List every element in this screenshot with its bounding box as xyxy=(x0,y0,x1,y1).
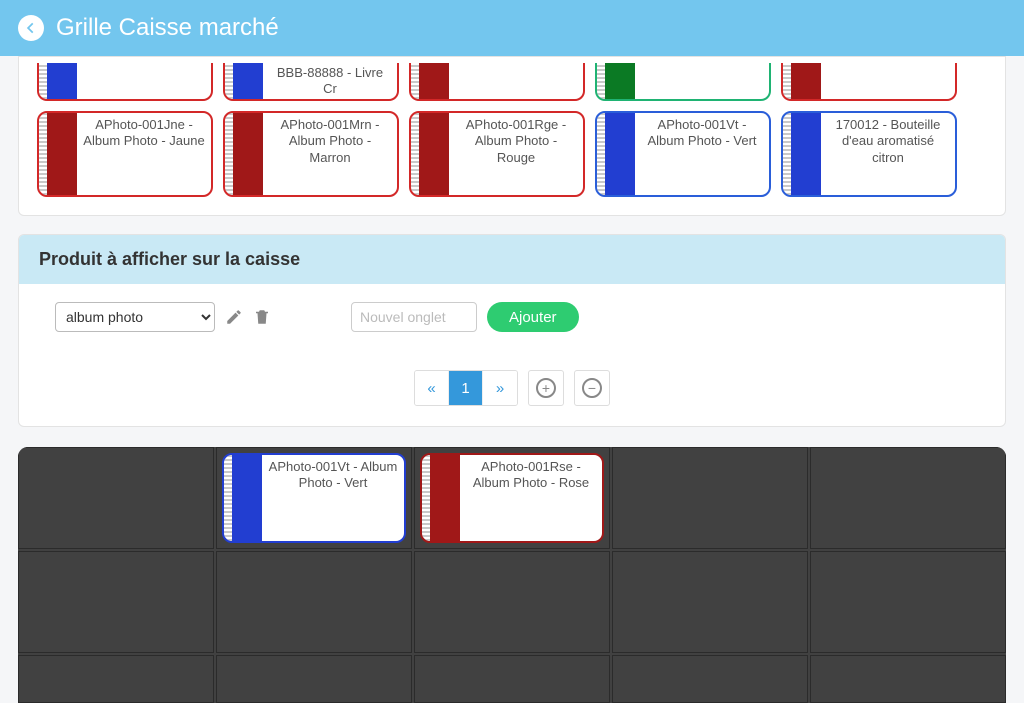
plus-icon: + xyxy=(536,378,556,398)
pagination-row: « 1 » + − xyxy=(55,370,969,406)
product-card[interactable]: APhoto-001Vt - Album Photo - Vert xyxy=(595,111,771,197)
product-card[interactable]: BBB-88888 - Livre Cr xyxy=(223,63,399,101)
product-label: APhoto-001Mrn - Album Photo - Marron xyxy=(263,113,397,195)
display-grid: APhoto-001Vt - Album Photo - Vert APhoto… xyxy=(18,447,1006,703)
product-label: 170012 - Bouteille d'eau aromatisé citro… xyxy=(821,113,955,195)
products-catalog-panel: BBB-88888 - Livre Cr APhoto-001Jne - Alb… xyxy=(18,56,1006,216)
panel-title: Produit à afficher sur la caisse xyxy=(19,235,1005,284)
grid-cell[interactable] xyxy=(18,447,214,549)
grid-cell[interactable] xyxy=(810,551,1006,653)
product-label: BBB-88888 - Livre Cr xyxy=(263,63,397,99)
product-label xyxy=(449,63,583,99)
minus-icon: − xyxy=(582,378,602,398)
grid-cell[interactable] xyxy=(18,655,214,703)
grid-cell[interactable] xyxy=(612,447,808,549)
product-label: APhoto-001Jne - Album Photo - Jaune xyxy=(77,113,211,195)
product-card[interactable] xyxy=(781,63,957,101)
page-current[interactable]: 1 xyxy=(449,371,483,405)
grid-cell[interactable] xyxy=(18,551,214,653)
product-card[interactable]: APhoto-001Rge - Album Photo - Rouge xyxy=(409,111,585,197)
grid-cell[interactable] xyxy=(612,655,808,703)
page-title: Grille Caisse marché xyxy=(56,14,279,42)
product-card[interactable]: 170012 - Bouteille d'eau aromatisé citro… xyxy=(781,111,957,197)
product-card[interactable]: APhoto-001Rse - Album Photo - Rose xyxy=(420,453,604,543)
product-label xyxy=(77,63,211,99)
product-card[interactable] xyxy=(409,63,585,101)
grid-cell[interactable] xyxy=(216,551,412,653)
catalog-row-partial: BBB-88888 - Livre Cr xyxy=(37,63,987,101)
product-label xyxy=(635,63,769,99)
page-header: Grille Caisse marché xyxy=(0,0,1024,56)
grid-cell[interactable]: APhoto-001Rse - Album Photo - Rose xyxy=(414,447,610,549)
tab-select[interactable]: album photo xyxy=(55,302,215,332)
grid-cell[interactable] xyxy=(810,447,1006,549)
product-label: APhoto-001Vt - Album Photo - Vert xyxy=(262,455,404,541)
page-next[interactable]: » xyxy=(483,371,517,405)
product-label: APhoto-001Rge - Album Photo - Rouge xyxy=(449,113,583,195)
product-card[interactable] xyxy=(595,63,771,101)
product-card[interactable] xyxy=(37,63,213,101)
remove-page-button[interactable]: − xyxy=(574,370,610,406)
trash-icon[interactable] xyxy=(253,308,271,326)
grid-cell[interactable] xyxy=(612,551,808,653)
product-card[interactable]: APhoto-001Jne - Album Photo - Jaune xyxy=(37,111,213,197)
product-label xyxy=(821,63,955,99)
back-button[interactable] xyxy=(18,15,44,41)
new-tab-input[interactable] xyxy=(351,302,477,332)
page-prev[interactable]: « xyxy=(415,371,449,405)
pager: « 1 » xyxy=(414,370,518,406)
grid-cell[interactable] xyxy=(216,655,412,703)
grid-cell[interactable] xyxy=(810,655,1006,703)
catalog-row: APhoto-001Jne - Album Photo - Jaune APho… xyxy=(37,111,987,197)
product-label: APhoto-001Vt - Album Photo - Vert xyxy=(635,113,769,195)
product-card[interactable]: APhoto-001Vt - Album Photo - Vert xyxy=(222,453,406,543)
product-card[interactable]: APhoto-001Mrn - Album Photo - Marron xyxy=(223,111,399,197)
grid-cell[interactable] xyxy=(414,655,610,703)
add-page-button[interactable]: + xyxy=(528,370,564,406)
grid-cell[interactable]: APhoto-001Vt - Album Photo - Vert xyxy=(216,447,412,549)
add-button[interactable]: Ajouter xyxy=(487,302,579,332)
controls-row: album photo Ajouter xyxy=(55,302,969,332)
edit-icon[interactable] xyxy=(225,308,243,326)
display-config-panel: Produit à afficher sur la caisse album p… xyxy=(18,234,1006,427)
product-label: APhoto-001Rse - Album Photo - Rose xyxy=(460,455,602,541)
grid-cell[interactable] xyxy=(414,551,610,653)
